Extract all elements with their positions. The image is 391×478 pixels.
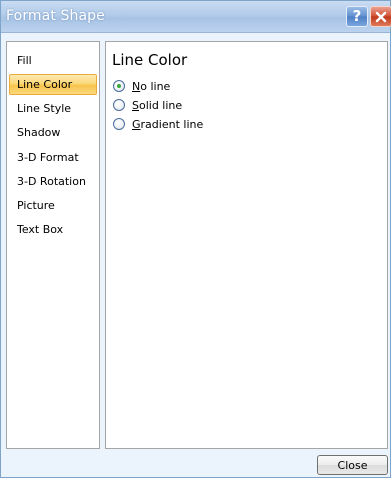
category-list: Fill Line Color Line Style Shadow 3-D Fo… (6, 41, 100, 449)
nav-item-shadow[interactable]: Shadow (9, 122, 97, 143)
close-icon (375, 11, 387, 22)
nav-item-line-style[interactable]: Line Style (9, 98, 97, 119)
help-icon: ? (352, 6, 362, 25)
close-button[interactable]: Close (317, 455, 388, 475)
nav-item-line-color[interactable]: Line Color (9, 74, 97, 95)
radio-label-gradient-line: Gradient line (132, 117, 204, 131)
radio-button[interactable] (113, 99, 125, 111)
nav-item-picture[interactable]: Picture (9, 195, 97, 216)
nav-item-3d-format[interactable]: 3-D Format (9, 147, 97, 168)
title-bar[interactable]: Format Shape ? (1, 1, 391, 33)
radio-no-line[interactable]: No line (113, 78, 170, 94)
nav-item-3d-rotation[interactable]: 3-D Rotation (9, 171, 97, 192)
nav-item-fill[interactable]: Fill (9, 50, 97, 71)
radio-button[interactable] (113, 118, 125, 130)
help-button[interactable]: ? (346, 6, 368, 27)
window-close-button[interactable] (370, 6, 391, 27)
settings-panel: Line Color No line Solid line Gradient l… (105, 41, 388, 449)
radio-label-no-line: No line (132, 79, 171, 93)
format-shape-dialog: Format Shape ? Fill Line Color Line Styl… (0, 0, 391, 478)
radio-solid-line[interactable]: Solid line (113, 97, 182, 113)
radio-button-checked[interactable] (113, 80, 125, 92)
dialog-title: Format Shape (6, 8, 105, 24)
nav-item-text-box[interactable]: Text Box (9, 219, 97, 240)
radio-label-solid-line: Solid line (132, 98, 183, 112)
panel-title: Line Color (112, 51, 188, 69)
radio-gradient-line[interactable]: Gradient line (113, 116, 203, 132)
